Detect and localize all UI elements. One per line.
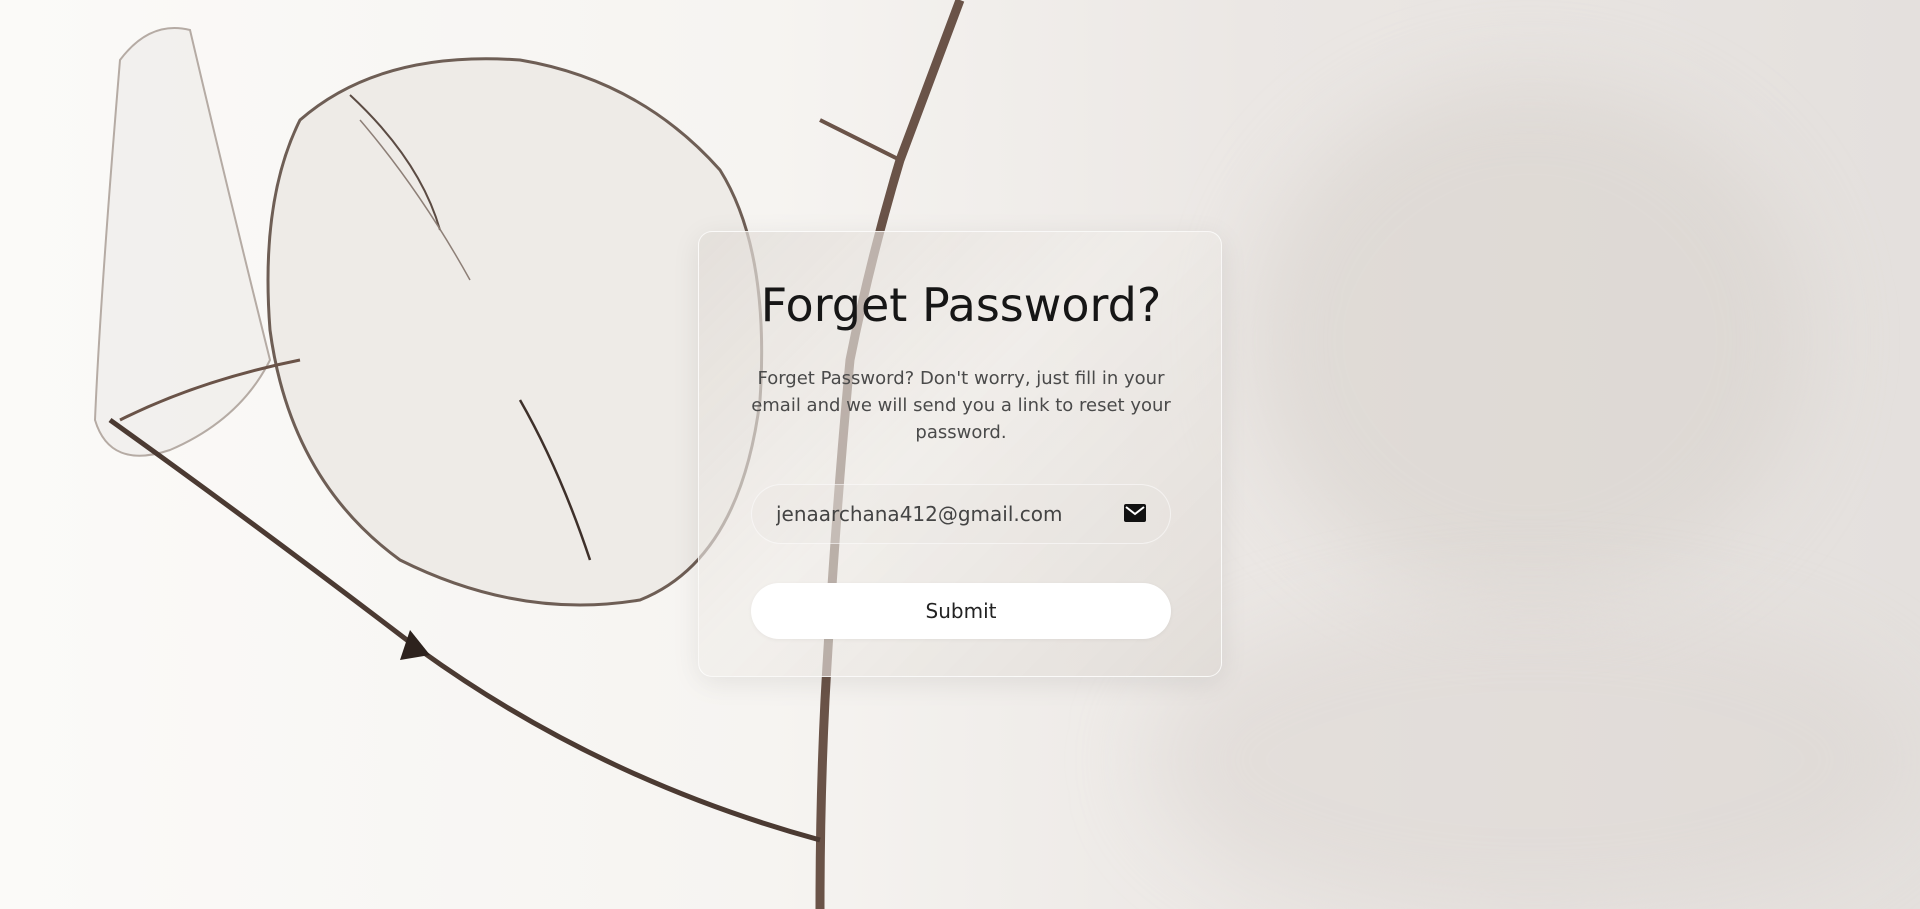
forgot-password-card: Forget Password? Forget Password? Don't … bbox=[698, 231, 1222, 677]
submit-button[interactable]: Submit bbox=[751, 583, 1171, 639]
email-field[interactable] bbox=[751, 484, 1171, 544]
mail-icon bbox=[1124, 504, 1146, 522]
instruction-text: Forget Password? Don't worry, just fill … bbox=[751, 368, 1171, 443]
page-title: Forget Password? bbox=[760, 278, 1162, 332]
forgot-password-page: Forget Password? Forget Password? Don't … bbox=[0, 0, 1920, 909]
email-input[interactable] bbox=[776, 485, 1096, 542]
